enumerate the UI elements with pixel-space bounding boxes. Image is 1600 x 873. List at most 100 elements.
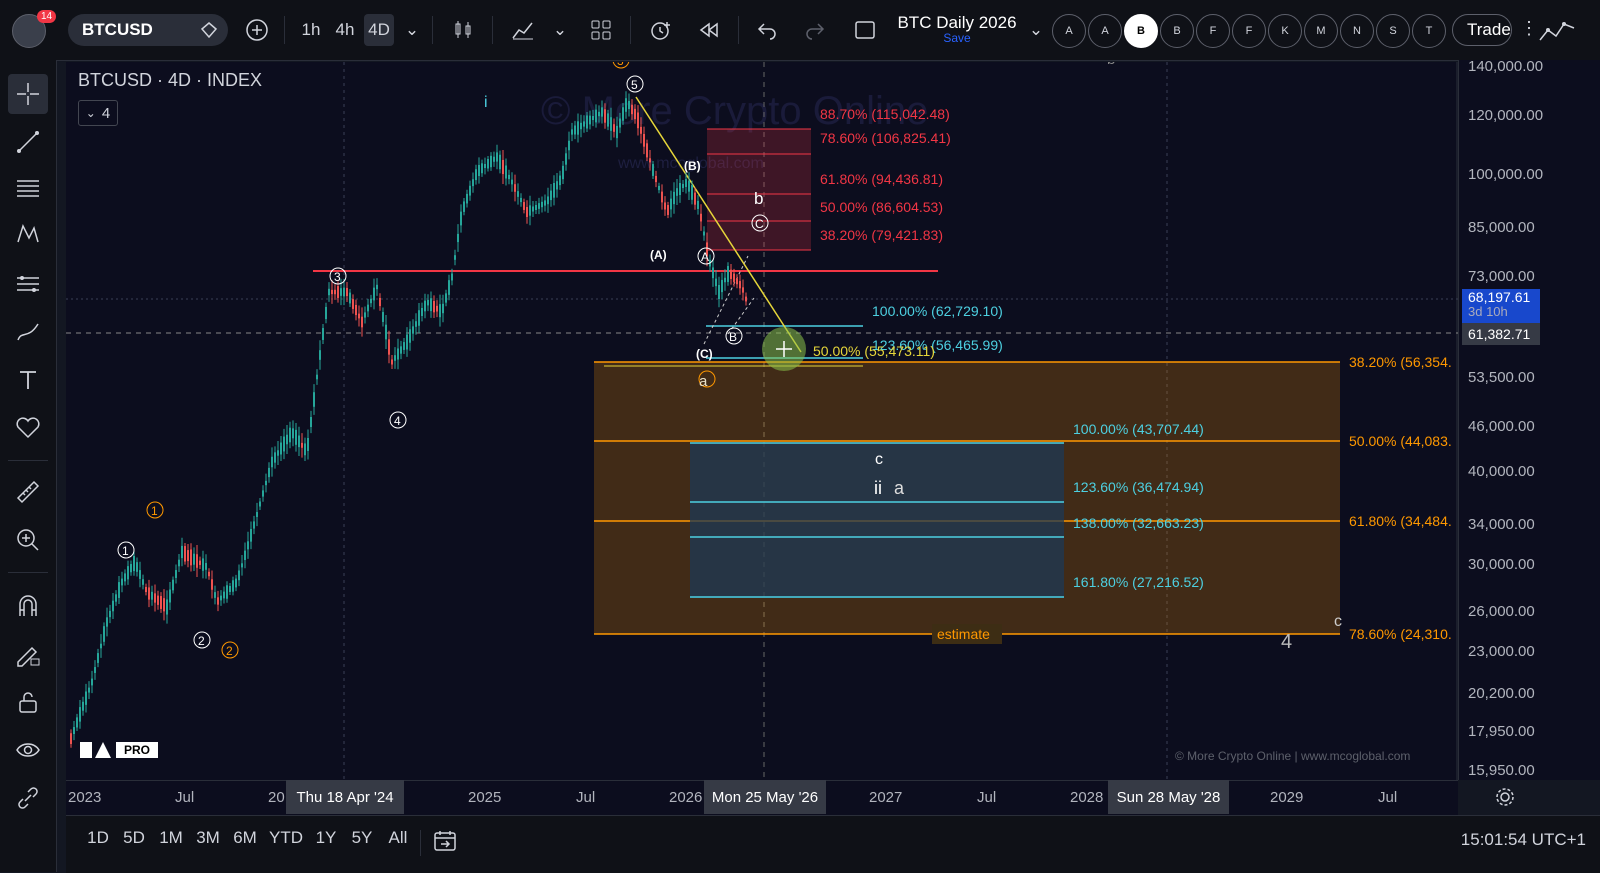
favorites-tool[interactable]: [8, 408, 48, 448]
candle-body: [487, 158, 489, 169]
square-icon: [855, 21, 875, 39]
candle-body: [391, 359, 393, 365]
measure-tool[interactable]: [8, 472, 48, 512]
candle-body: [145, 586, 147, 593]
hide-drawings-tool[interactable]: [8, 730, 48, 770]
text-tool[interactable]: [8, 360, 48, 400]
candle-body: [355, 304, 357, 316]
trend-line-icon: [17, 131, 39, 153]
indicators-button[interactable]: [506, 14, 540, 46]
candle-body: [328, 288, 330, 296]
candle-body: [310, 416, 312, 428]
legend-toggle[interactable]: ⌄ 4: [78, 100, 118, 126]
symbol-search[interactable]: BTCUSD: [68, 14, 228, 46]
range-3m[interactable]: 3M: [190, 828, 226, 848]
candle-body: [88, 687, 90, 693]
indicators-icon: [512, 22, 533, 40]
fib-tool[interactable]: [8, 168, 48, 208]
alert-m[interactable]: M: [1304, 14, 1338, 48]
alert-b2[interactable]: B: [1160, 14, 1194, 48]
rewind-icon: [699, 22, 718, 38]
clock-timezone[interactable]: 15:01:54 UTC+1: [1461, 830, 1586, 850]
candle-body: [508, 174, 510, 180]
interval-dropdown[interactable]: ⌄: [402, 14, 422, 46]
range-1y[interactable]: 1Y: [308, 828, 344, 848]
range-all[interactable]: All: [380, 828, 416, 848]
text-icon: [20, 371, 36, 389]
candle-body: [568, 140, 570, 151]
brush-tool[interactable]: [8, 312, 48, 352]
magnet-tool[interactable]: [8, 586, 48, 626]
candle-body: [562, 165, 564, 180]
current-price: 68,197.61: [1468, 289, 1531, 305]
stay-drawing-tool[interactable]: [8, 634, 48, 674]
candle-body: [502, 159, 504, 175]
lock-tool[interactable]: [8, 682, 48, 722]
wave-2-circle: 2: [198, 634, 205, 648]
range-6m[interactable]: 6M: [226, 828, 264, 848]
compare-symbol-button[interactable]: [240, 14, 274, 46]
redo-button[interactable]: [798, 14, 832, 46]
candle-body: [76, 717, 78, 728]
alert-s[interactable]: S: [1376, 14, 1410, 48]
goto-date-button[interactable]: [432, 828, 458, 859]
candle-body: [349, 292, 351, 304]
candle-body: [211, 579, 213, 590]
profile-graph-icon[interactable]: [1538, 16, 1578, 51]
chart-pane[interactable]: © More Crypto Online www.mcoglobal.com 8…: [66, 62, 1560, 780]
link-tool[interactable]: [8, 778, 48, 818]
layouts-button[interactable]: [584, 14, 618, 46]
trade-button[interactable]: Trade: [1452, 14, 1512, 46]
fib-orange-label: 50.00% (44,083.: [1349, 433, 1452, 449]
alert-t[interactable]: T: [1412, 14, 1446, 48]
candle-body: [187, 550, 189, 562]
chart-type-button[interactable]: [446, 14, 480, 46]
range-1d[interactable]: 1D: [80, 828, 116, 848]
replay-button[interactable]: [692, 14, 726, 46]
alert-a2[interactable]: A: [1088, 14, 1122, 48]
save-label[interactable]: Save: [892, 31, 1022, 45]
chart-legend-title[interactable]: BTCUSD · 4D · INDEX: [78, 70, 262, 91]
crosshair-tool[interactable]: [8, 74, 48, 114]
candle-body: [700, 213, 702, 222]
range-ytd[interactable]: YTD: [264, 828, 308, 848]
layout-dropdown[interactable]: ⌄: [1026, 14, 1046, 46]
candle-body: [259, 501, 261, 507]
alert-n[interactable]: N: [1340, 14, 1374, 48]
interval-1h[interactable]: 1h: [296, 14, 326, 46]
pro-badge: PRO: [116, 742, 159, 758]
pattern-tool[interactable]: [8, 214, 48, 254]
range-5d[interactable]: 5D: [116, 828, 152, 848]
interval-4d[interactable]: 4D: [364, 14, 394, 46]
trendline-tool[interactable]: [8, 122, 48, 162]
alert-k[interactable]: K: [1268, 14, 1302, 48]
candle-body: [478, 164, 480, 177]
forecast-tool[interactable]: [8, 264, 48, 304]
undo-button[interactable]: [750, 14, 784, 46]
range-5y[interactable]: 5Y: [344, 828, 380, 848]
layout-name[interactable]: BTC Daily 2026 Save: [892, 13, 1022, 45]
chart-settings-button[interactable]: [1494, 786, 1516, 813]
fullscreen-button[interactable]: [848, 14, 882, 46]
more-options-icon[interactable]: ⋮: [1520, 18, 1538, 39]
alert-f2[interactable]: F: [1232, 14, 1266, 48]
alert-button[interactable]: [644, 14, 678, 46]
candle-body: [169, 589, 171, 603]
alert-a1[interactable]: A: [1052, 14, 1086, 48]
candle-body: [331, 289, 333, 295]
tradingview-logo[interactable]: PRO: [80, 742, 159, 758]
alert-f1[interactable]: F: [1196, 14, 1230, 48]
candle-body: [199, 560, 201, 565]
alert-b1[interactable]: B: [1124, 14, 1158, 48]
fib-cyan-label: 138.00% (32,663.23): [1073, 515, 1204, 531]
range-1m[interactable]: 1M: [152, 828, 190, 848]
interval-4h[interactable]: 4h: [330, 14, 360, 46]
price-tick: 20,200.00: [1468, 685, 1535, 702]
indicators-dropdown[interactable]: ⌄: [550, 14, 570, 46]
candle-body: [106, 617, 108, 627]
candle-body: [553, 182, 555, 198]
chart-canvas[interactable]: © More Crypto Online www.mcoglobal.com 8…: [66, 62, 1560, 780]
candle-body: [196, 554, 198, 568]
price-tick: 34,000.00: [1468, 516, 1535, 533]
zoom-tool[interactable]: [8, 520, 48, 560]
